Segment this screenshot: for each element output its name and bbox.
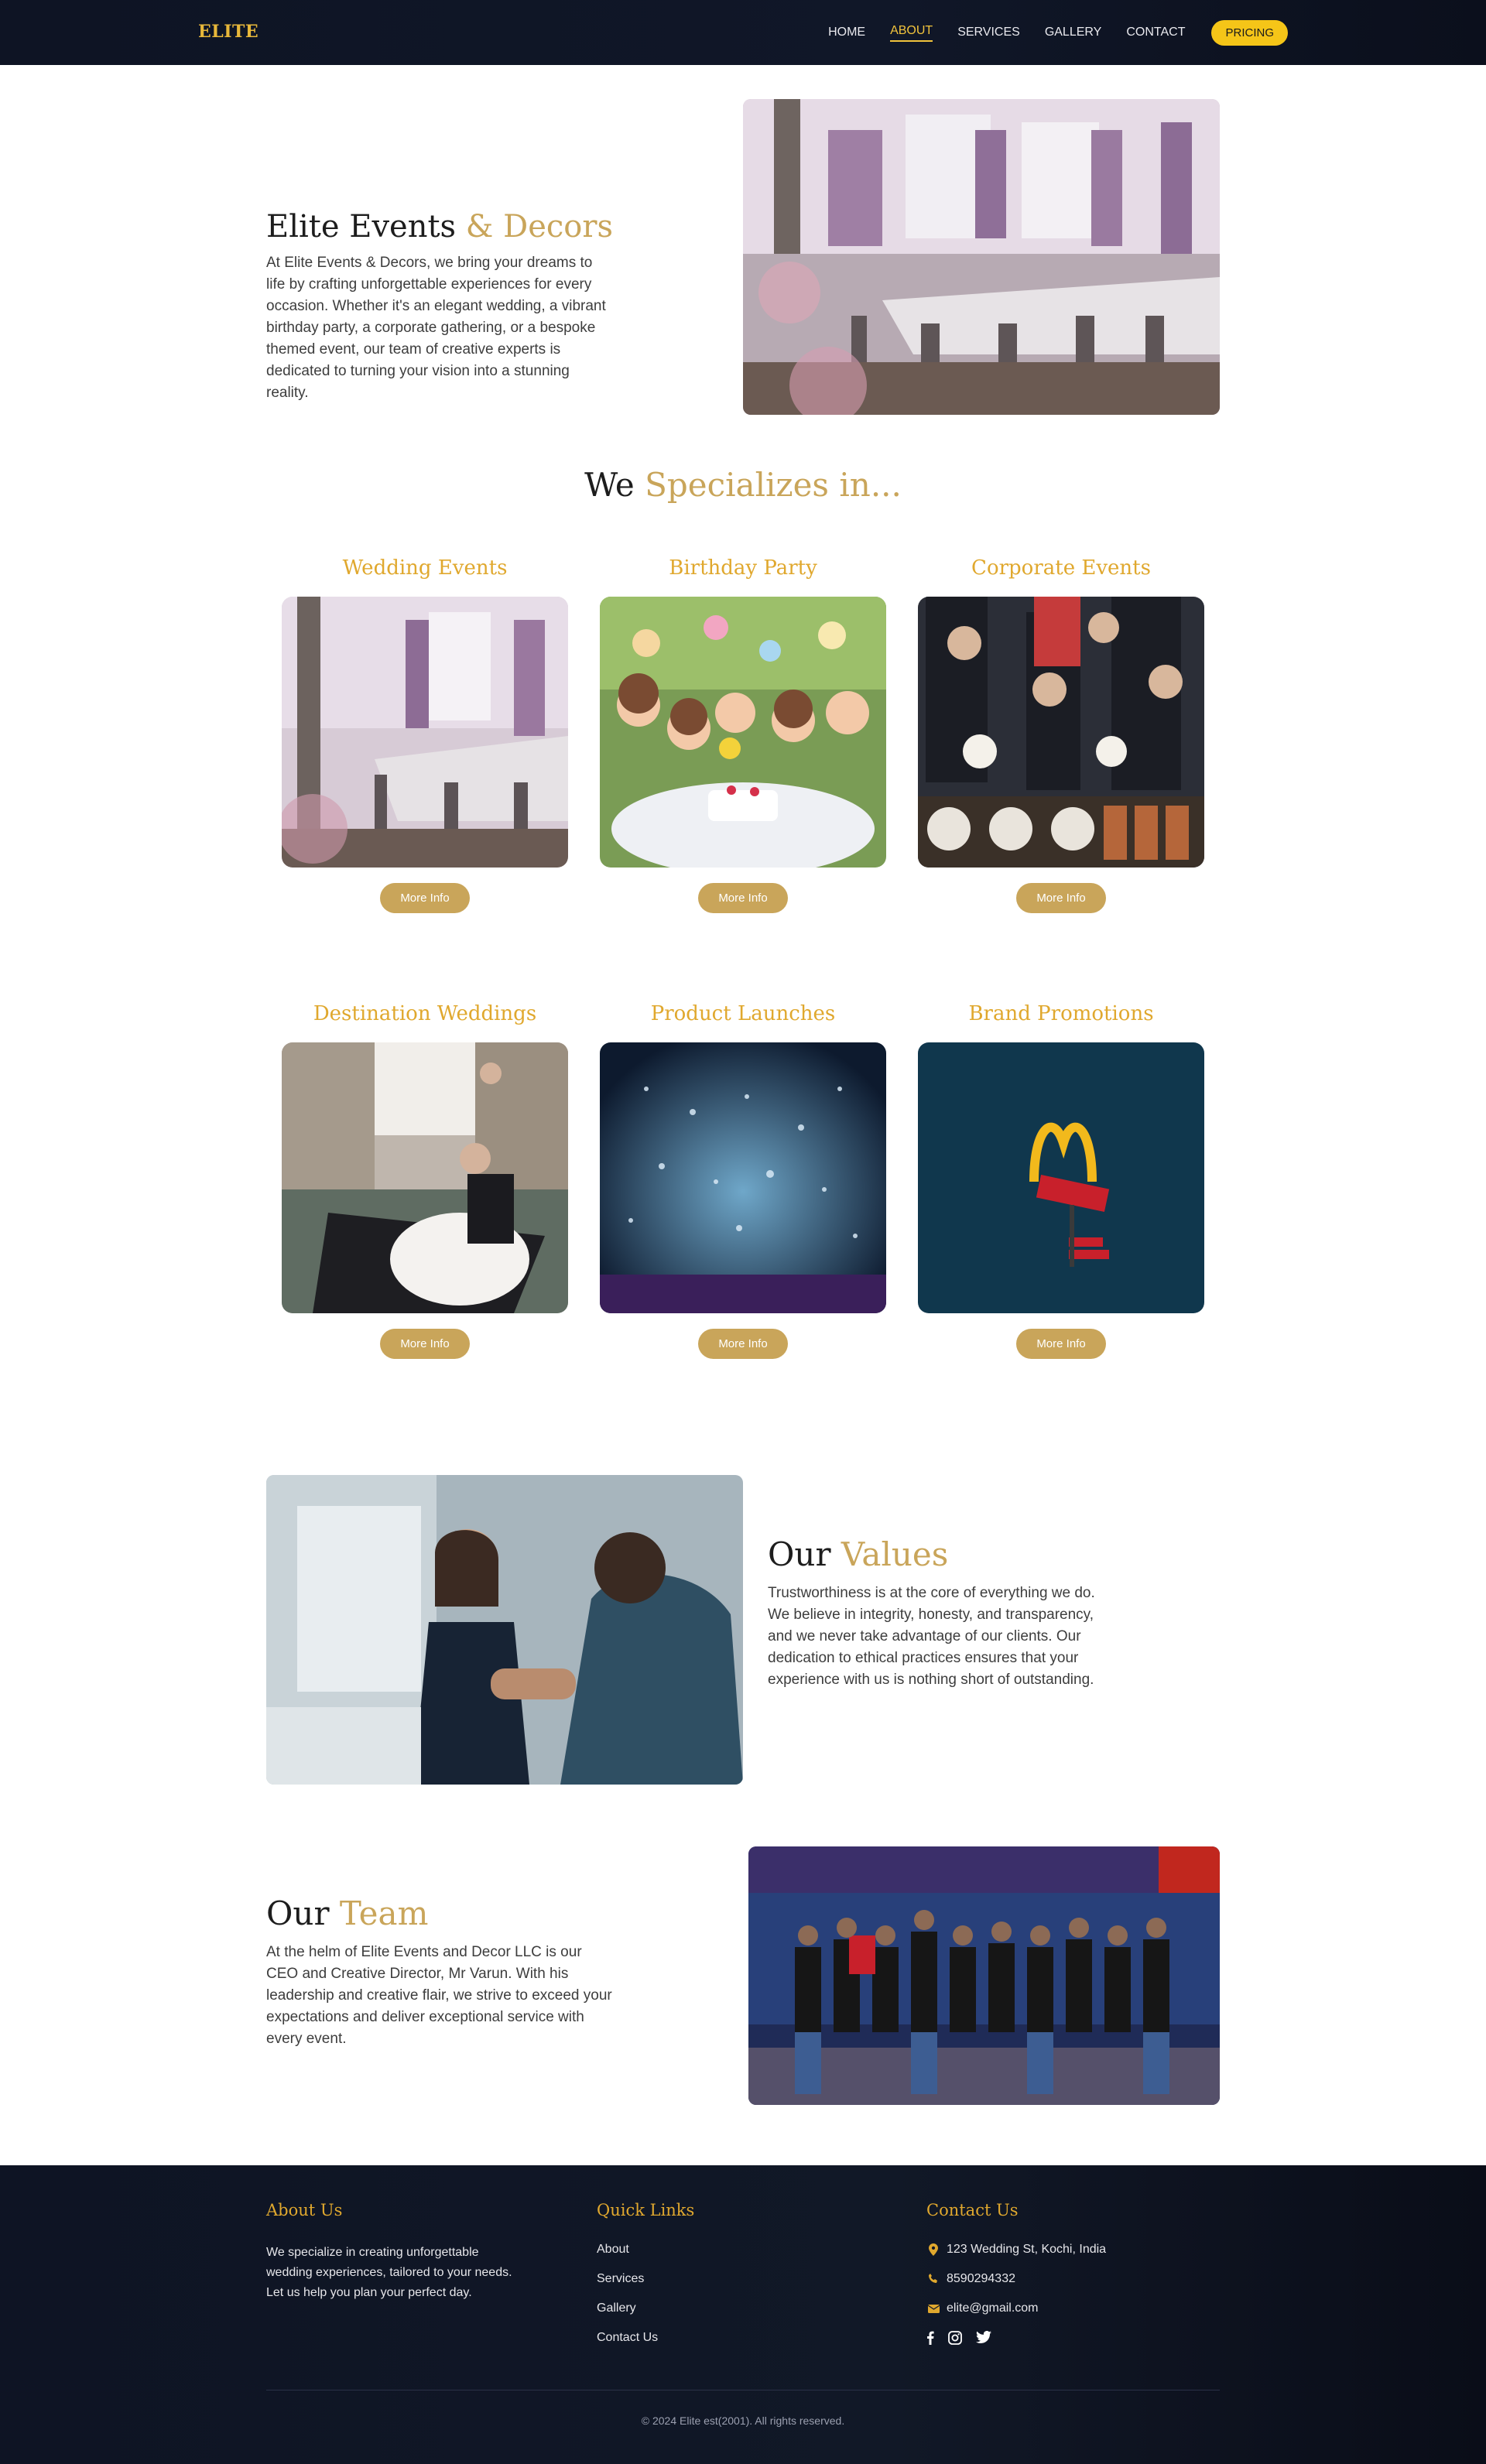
footer-address: 123 Wedding St, Kochi, India xyxy=(926,2243,1106,2257)
nav-services-link[interactable]: SERVICES xyxy=(957,26,1020,39)
footer-contact: Contact Us 123 Wedding St, Kochi, India … xyxy=(926,2201,1106,2345)
more-info-button[interactable]: More Info xyxy=(1016,883,1106,913)
footer-phone-text[interactable]: 8590294332 xyxy=(947,2272,1015,2286)
values-heading: Our Values xyxy=(768,1535,949,1573)
footer-link-gallery[interactable]: Gallery xyxy=(597,2301,694,2315)
services-grid: Wedding Events More Info Birthday Party xyxy=(0,504,1486,1475)
service-card-brand-promo: Brand Promotions More Info xyxy=(918,1002,1204,1359)
facebook-icon[interactable] xyxy=(926,2331,934,2345)
values-text: Our Values Trustworthiness is at the cor… xyxy=(768,1535,1108,1691)
service-card-wedding: Wedding Events More Info xyxy=(282,556,568,913)
map-pin-icon xyxy=(926,2243,940,2256)
brand-promotion-image xyxy=(918,1042,1204,1313)
footer-email: elite@gmail.com xyxy=(926,2301,1106,2315)
corporate-image xyxy=(918,597,1204,868)
nav-contact-link[interactable]: CONTACT xyxy=(1126,26,1185,39)
service-card-birthday: Birthday Party More Info xyxy=(600,556,886,913)
card-title: Brand Promotions xyxy=(968,1002,1154,1025)
footer-about-heading: About Us xyxy=(266,2201,343,2219)
nav-gallery-link[interactable]: GALLERY xyxy=(1045,26,1102,39)
more-info-button[interactable]: More Info xyxy=(380,1329,470,1359)
service-card-destination: Destination Weddings More Info xyxy=(282,1002,568,1359)
card-title: Corporate Events xyxy=(971,556,1151,580)
top-navbar: ELITE HOME ABOUT SERVICES GALLERY CONTAC… xyxy=(0,0,1486,65)
nav-links: HOME ABOUT SERVICES GALLERY CONTACT PRIC… xyxy=(803,0,1288,65)
values-handshake-image xyxy=(266,1475,743,1785)
footer-email-text[interactable]: elite@gmail.com xyxy=(947,2301,1039,2315)
more-info-button[interactable]: More Info xyxy=(1016,1329,1106,1359)
footer-links-heading: Quick Links xyxy=(597,2201,695,2219)
team-description: At the helm of Elite Events and Decor LL… xyxy=(266,1944,612,2047)
more-info-button[interactable]: More Info xyxy=(698,1329,788,1359)
footer-about: About Us We specialize in creating unfor… xyxy=(266,2201,514,2303)
destination-wedding-image xyxy=(282,1042,568,1313)
footer-about-text: We specialize in creating unforgettable … xyxy=(266,2246,512,2299)
social-links xyxy=(926,2331,1106,2345)
team-heading: Our Team xyxy=(266,1894,429,1932)
footer-link-about[interactable]: About xyxy=(597,2243,694,2257)
hero-text: Elite Events & Decors At Elite Events & … xyxy=(266,209,615,404)
card-title: Wedding Events xyxy=(342,556,508,580)
team-group-image xyxy=(748,1846,1220,2105)
pricing-button[interactable]: PRICING xyxy=(1211,19,1288,46)
wedding-image xyxy=(282,597,568,868)
hero-banquet-image xyxy=(743,99,1220,415)
values-description: Trustworthiness is at the core of everyt… xyxy=(768,1585,1095,1688)
product-launch-image xyxy=(600,1042,886,1313)
footer-phone: 8590294332 xyxy=(926,2272,1106,2286)
site-footer: About Us We specialize in creating unfor… xyxy=(0,2165,1486,2464)
card-title: Product Launches xyxy=(650,1002,836,1025)
instagram-icon[interactable] xyxy=(948,2331,962,2345)
nav-about-link[interactable]: ABOUT xyxy=(890,24,933,42)
footer-quick-links: Quick Links About Services Gallery Conta… xyxy=(597,2201,694,2360)
values-section: Our Values Trustworthiness is at the cor… xyxy=(0,1475,1486,1846)
nav-home-link[interactable]: HOME xyxy=(828,26,865,39)
team-section: Our Team At the helm of Elite Events and… xyxy=(0,1846,1486,2165)
card-title: Birthday Party xyxy=(669,556,817,580)
birthday-image xyxy=(600,597,886,868)
copyright-text: © 2024 Elite est(2001). All rights reser… xyxy=(641,2414,845,2427)
service-card-corporate: Corporate Events More Info xyxy=(918,556,1204,913)
specializes-heading: We Specializes in... xyxy=(584,466,902,504)
more-info-button[interactable]: More Info xyxy=(698,883,788,913)
phone-icon xyxy=(926,2274,940,2284)
site-logo[interactable]: ELITE xyxy=(198,22,259,42)
footer-contact-heading: Contact Us xyxy=(926,2201,1019,2219)
hero-description: At Elite Events & Decors, we bring your … xyxy=(266,255,606,401)
hero-title: Elite Events & Decors xyxy=(266,209,613,245)
team-text: Our Team At the helm of Elite Events and… xyxy=(266,1894,615,2050)
twitter-icon[interactable] xyxy=(976,2331,991,2345)
footer-link-contact[interactable]: Contact Us xyxy=(597,2331,694,2345)
hero-section: Elite Events & Decors At Elite Events & … xyxy=(0,65,1486,460)
more-info-button[interactable]: More Info xyxy=(380,883,470,913)
footer-link-services[interactable]: Services xyxy=(597,2272,694,2286)
service-card-product-launch: Product Launches More Info xyxy=(600,1002,886,1359)
footer-address-text: 123 Wedding St, Kochi, India xyxy=(947,2243,1107,2256)
card-title: Destination Weddings xyxy=(313,1002,537,1025)
envelope-icon xyxy=(926,2304,940,2313)
